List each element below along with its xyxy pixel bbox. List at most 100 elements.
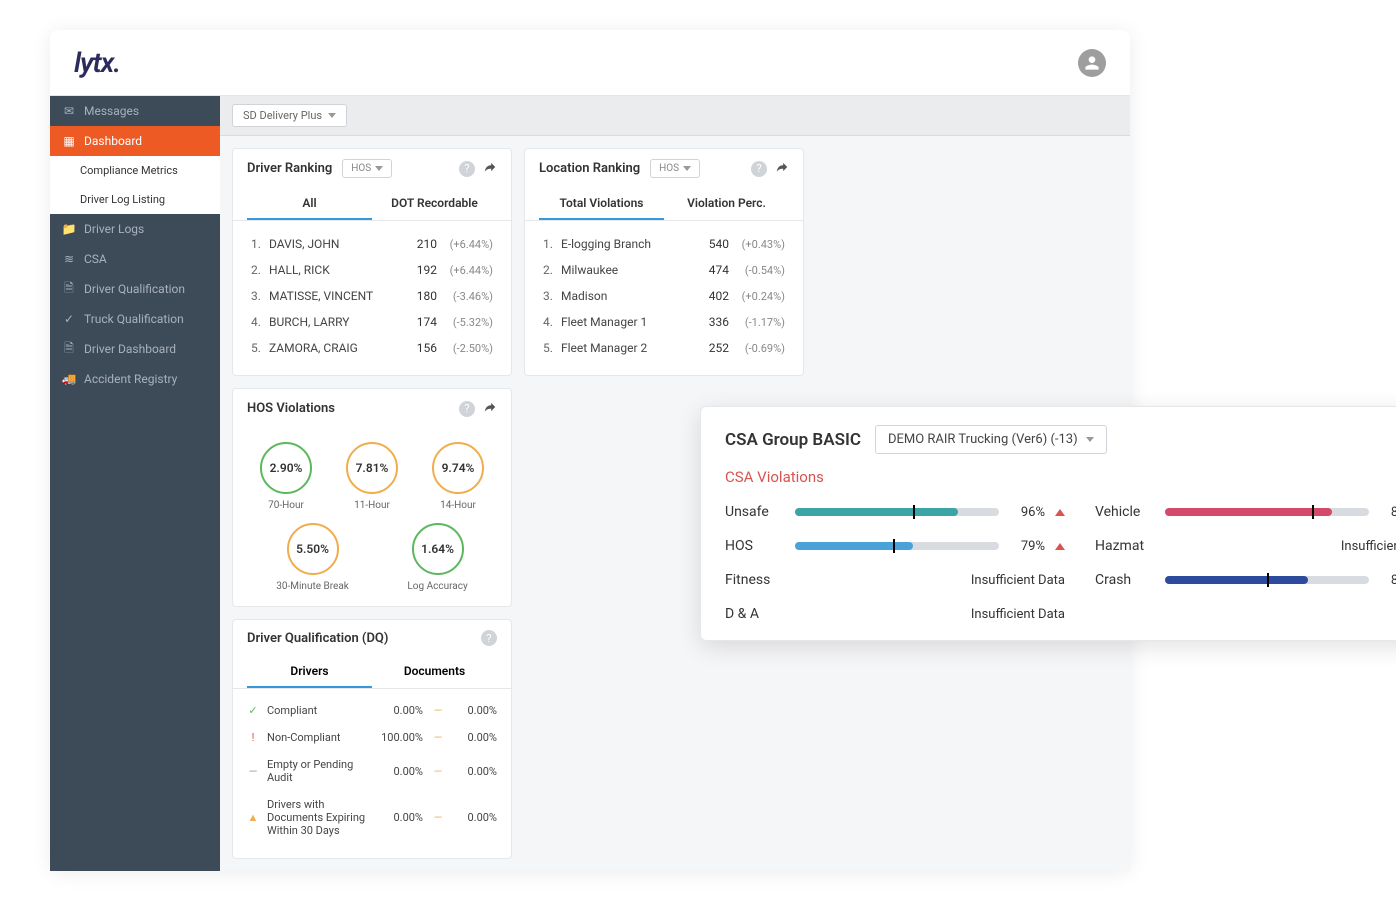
dq-value: 0.00% bbox=[453, 765, 497, 778]
help-icon[interactable]: ? bbox=[751, 161, 767, 177]
share-icon[interactable] bbox=[483, 159, 497, 178]
csa-row: FitnessInsufficient Data bbox=[725, 572, 1065, 588]
rank-num: 3. bbox=[251, 289, 269, 303]
csa-bar bbox=[1165, 576, 1369, 584]
rank-row: 5.ZAMORA, CRAIG156(-2.50%) bbox=[251, 335, 493, 361]
hos-gauge: 2.90%70-Hour bbox=[247, 442, 325, 511]
dropdown-label: DEMO RAIR Trucking (Ver6) (-13) bbox=[888, 432, 1078, 447]
rank-delta: (+6.44%) bbox=[437, 264, 493, 277]
csa-name: Crash bbox=[1095, 572, 1155, 588]
rank-delta: (+0.43%) bbox=[729, 238, 785, 251]
rank-row: 3.Madison402(+0.24%) bbox=[543, 283, 785, 309]
csa-row: Crash84% bbox=[1095, 572, 1396, 588]
dq-value: 0.00% bbox=[379, 704, 423, 717]
csa-name: Vehicle bbox=[1095, 504, 1155, 520]
hos-gauge: 7.81%11-Hour bbox=[333, 442, 411, 511]
sidebar-label: Messages bbox=[84, 104, 139, 118]
tab[interactable]: DOT Recordable bbox=[372, 188, 497, 220]
csa-name: Unsafe bbox=[725, 504, 785, 520]
dq-value: 0.00% bbox=[379, 811, 423, 824]
rank-value: 156 bbox=[395, 341, 437, 355]
chevron-down-icon bbox=[683, 166, 691, 171]
sidebar-item[interactable]: ▦Dashboard bbox=[50, 126, 220, 156]
csa-percent: 96% bbox=[1009, 505, 1045, 520]
sidebar-label: Compliance Metrics bbox=[80, 164, 178, 177]
nav-icon: ✉ bbox=[62, 104, 76, 118]
toolbar: SD Delivery Plus bbox=[220, 96, 1130, 136]
rank-num: 2. bbox=[251, 263, 269, 277]
card-title: Location Ranking bbox=[539, 161, 640, 176]
rank-num: 5. bbox=[543, 341, 561, 355]
rank-num: 5. bbox=[251, 341, 269, 355]
sidebar-item[interactable]: 🗎Driver Qualification bbox=[50, 274, 220, 304]
sidebar-item[interactable]: ✓ Truck Qualification bbox=[50, 304, 220, 334]
share-icon[interactable] bbox=[483, 399, 497, 418]
rank-delta: (-1.17%) bbox=[729, 316, 785, 329]
chevron-down-icon bbox=[375, 166, 383, 171]
nav-icon: ≋ bbox=[62, 252, 76, 266]
main: SD Delivery Plus Driver Ranking HOS bbox=[220, 96, 1130, 871]
sidebar-item[interactable]: 🗎Driver Dashboard bbox=[50, 334, 220, 364]
csa-percent: 88% bbox=[1379, 505, 1396, 520]
rank-delta: (-0.69%) bbox=[729, 342, 785, 355]
gauge-label: 30-Minute Break bbox=[276, 581, 349, 592]
chevron-down-icon bbox=[1086, 437, 1094, 442]
dq-row: ▲Drivers with Documents Expiring Within … bbox=[247, 791, 497, 844]
sidebar-label: Dashboard bbox=[84, 134, 142, 148]
dq-row: ✓Compliant0.00%—0.00% bbox=[247, 697, 497, 724]
rank-row: 2.Milwaukee474(-0.54%) bbox=[543, 257, 785, 283]
gauge-label: 70-Hour bbox=[268, 500, 304, 511]
sidebar-subitem[interactable]: Compliance Metrics bbox=[50, 156, 220, 185]
hos-dropdown[interactable]: HOS bbox=[342, 159, 392, 178]
dropdown-label: HOS bbox=[351, 163, 371, 174]
rank-num: 1. bbox=[251, 237, 269, 251]
share-icon[interactable] bbox=[775, 159, 789, 178]
csa-row: HOS79% bbox=[725, 538, 1065, 554]
logo: lytx bbox=[74, 46, 120, 79]
dq-value: 100.00% bbox=[379, 731, 423, 744]
sidebar-item[interactable]: ≋CSA bbox=[50, 244, 220, 274]
sidebar-subitem[interactable]: Driver Log Listing bbox=[50, 185, 220, 214]
rank-value: 192 bbox=[395, 263, 437, 277]
rank-row: 2.HALL, RICK192(+6.44%) bbox=[251, 257, 493, 283]
gauge-circle: 1.64% bbox=[412, 523, 464, 575]
hos-dropdown[interactable]: HOS bbox=[650, 159, 700, 178]
dq-label: Empty or Pending Audit bbox=[267, 758, 371, 784]
csa-insufficient: Insufficient Data bbox=[795, 607, 1065, 622]
dq-value: 0.00% bbox=[453, 811, 497, 824]
rank-delta: (+0.24%) bbox=[729, 290, 785, 303]
rank-value: 336 bbox=[687, 315, 729, 329]
nav-icon: ✓ bbox=[62, 312, 76, 326]
tab[interactable]: Total Violations bbox=[539, 188, 664, 220]
sidebar-label: Truck Qualification bbox=[84, 312, 184, 326]
avatar[interactable] bbox=[1078, 49, 1106, 77]
sidebar-label: Accident Registry bbox=[84, 372, 177, 386]
tab[interactable]: Violation Perc. bbox=[664, 188, 789, 220]
rank-name: E-logging Branch bbox=[561, 237, 687, 251]
csa-panel: CSA Group BASIC DEMO RAIR Trucking (Ver6… bbox=[700, 406, 1396, 641]
sidebar-item[interactable]: 🚚Accident Registry bbox=[50, 364, 220, 394]
sidebar-item[interactable]: ✉ Messages bbox=[50, 96, 220, 126]
rank-name: ZAMORA, CRAIG bbox=[269, 341, 395, 355]
card-title: Driver Ranking bbox=[247, 161, 332, 176]
sidebar-item[interactable]: 📁Driver Logs bbox=[50, 214, 220, 244]
csa-name: HOS bbox=[725, 538, 785, 554]
rank-value: 252 bbox=[687, 341, 729, 355]
rank-num: 4. bbox=[543, 315, 561, 329]
rank-name: Fleet Manager 1 bbox=[561, 315, 687, 329]
help-icon[interactable]: ? bbox=[459, 401, 475, 417]
user-icon bbox=[1082, 53, 1102, 73]
sidebar: ✉ Messages ▦Dashboard Compliance Metrics Dri… bbox=[50, 96, 220, 871]
chevron-down-icon bbox=[328, 113, 336, 118]
csa-dropdown[interactable]: DEMO RAIR Trucking (Ver6) (-13) bbox=[875, 425, 1107, 454]
csa-name: D & A bbox=[725, 606, 785, 622]
help-icon[interactable]: ? bbox=[459, 161, 475, 177]
filter-dropdown[interactable]: SD Delivery Plus bbox=[232, 104, 347, 127]
dq-header[interactable]: Drivers bbox=[247, 656, 372, 688]
rank-name: MATISSE, VINCENT bbox=[269, 289, 395, 303]
dq-value: 0.00% bbox=[379, 765, 423, 778]
tab[interactable]: All bbox=[247, 188, 372, 220]
help-icon[interactable]: ? bbox=[481, 630, 497, 646]
rank-row: 5.Fleet Manager 2252(-0.69%) bbox=[543, 335, 785, 361]
dq-header[interactable]: Documents bbox=[372, 656, 497, 688]
